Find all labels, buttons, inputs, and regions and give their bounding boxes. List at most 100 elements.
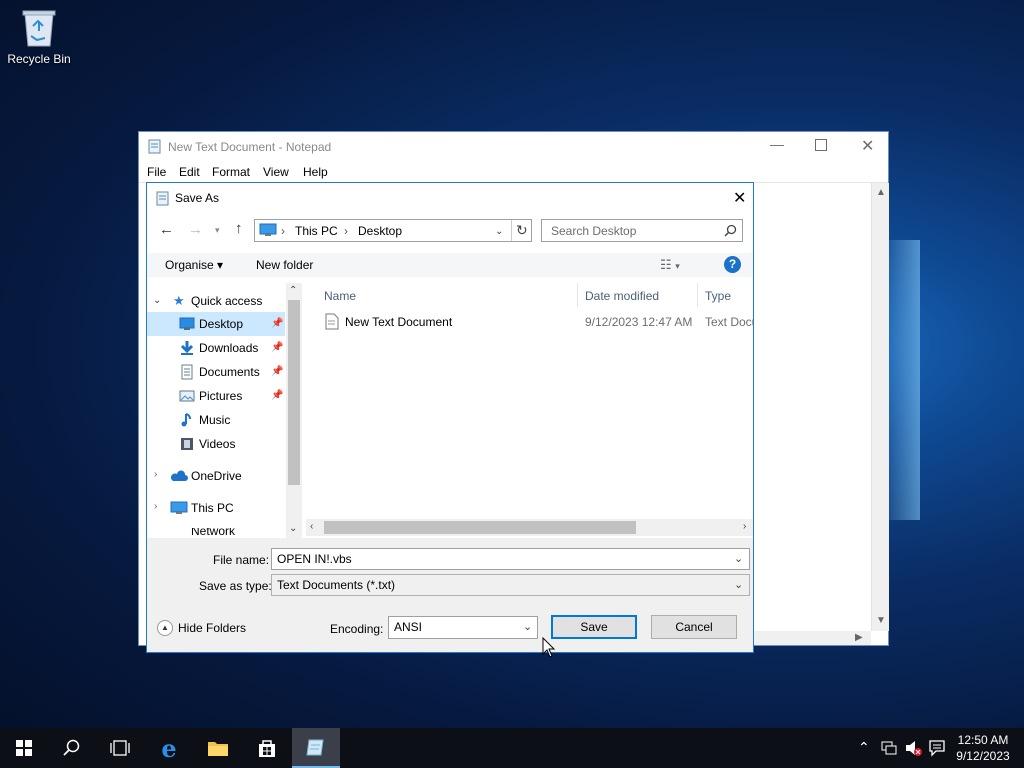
menu-edit[interactable]: Edit [179, 165, 200, 179]
nav-item-documents[interactable]: Documents 📌 [147, 360, 285, 384]
refresh-icon[interactable]: ↻ [516, 221, 528, 239]
scrollbar-thumb[interactable] [324, 521, 636, 534]
notepad-titlebar[interactable]: New Text Document - Notepad — ✕ [139, 132, 888, 160]
nav-item-network[interactable]: Network [147, 528, 285, 538]
save-as-type-label: Save as type: [199, 579, 272, 593]
menu-help[interactable]: Help [303, 165, 328, 179]
videos-icon [181, 438, 193, 450]
clock-date: 9/12/2023 [956, 749, 1010, 763]
search-input[interactable]: Search Desktop [541, 219, 743, 242]
up-arrow-icon[interactable]: ↑ [235, 220, 243, 237]
new-folder-button[interactable]: New folder [256, 258, 313, 272]
volume-muted-icon[interactable] [904, 740, 922, 756]
file-list-horizontal-scrollbar[interactable]: ‹ › [306, 519, 753, 536]
recent-locations-chevron-icon[interactable]: ▾ [215, 225, 220, 236]
encoding-select[interactable]: ANSI ⌄ [388, 616, 538, 639]
minimize-button[interactable]: — [770, 136, 784, 152]
dialog-close-button[interactable]: ✕ [733, 188, 746, 208]
menu-view[interactable]: View [263, 165, 289, 179]
start-button[interactable] [0, 728, 48, 768]
forward-arrow-icon[interactable]: → [188, 221, 203, 238]
text-file-icon [325, 313, 339, 330]
scroll-up-icon[interactable]: ⌃ [289, 285, 297, 296]
downloads-icon [180, 341, 194, 355]
nav-item-pictures[interactable]: Pictures 📌 [147, 384, 285, 408]
scroll-down-icon[interactable]: ▼ [876, 615, 886, 626]
save-button[interactable]: Save [551, 615, 637, 639]
notepad-icon [156, 191, 169, 206]
column-date-modified[interactable]: Date modified [585, 289, 659, 303]
nav-item-onedrive[interactable]: › OneDrive [147, 464, 285, 488]
scroll-down-icon[interactable]: ⌄ [289, 523, 297, 534]
scrollbar-thumb[interactable] [288, 300, 300, 485]
this-pc-icon [259, 223, 277, 236]
pin-icon: 📌 [271, 366, 284, 377]
file-date: 9/12/2023 12:47 AM [585, 315, 693, 329]
store-taskbar-button[interactable] [243, 728, 291, 768]
notepad-vertical-scrollbar[interactable]: ▲ ▼ [871, 183, 889, 631]
close-button[interactable]: ✕ [861, 136, 874, 156]
search-button[interactable] [48, 728, 96, 768]
scroll-up-icon[interactable]: ▲ [876, 187, 886, 198]
address-bar[interactable]: › This PC › Desktop ⌄ ↻ [254, 219, 532, 242]
view-options-icon[interactable]: ☷ ▾ [660, 257, 680, 273]
scroll-right-icon[interactable]: ▶ [855, 632, 863, 643]
scroll-right-icon[interactable]: › [743, 521, 746, 532]
encoding-label: Encoding: [330, 622, 384, 636]
back-arrow-icon[interactable]: ← [159, 221, 174, 238]
notepad-menubar: File Edit Format View Help [139, 160, 888, 183]
network-icon[interactable] [880, 740, 898, 756]
search-icon [724, 224, 737, 237]
breadcrumb-desktop[interactable]: Desktop [358, 222, 402, 240]
navigation-pane: ⌄ ★ Quick access Desktop 📌 Downloads 📌 D… [147, 283, 302, 538]
nav-item-videos[interactable]: Videos [147, 432, 285, 456]
pin-icon: 📌 [271, 390, 284, 401]
file-name-label: File name: [213, 553, 270, 567]
organise-button[interactable]: Organise ▾ [165, 258, 223, 272]
maximize-button[interactable] [815, 139, 827, 151]
nav-item-downloads[interactable]: Downloads 📌 [147, 336, 285, 360]
chevron-down-icon: ⌄ [523, 621, 533, 633]
column-name[interactable]: Name [324, 289, 356, 303]
menu-file[interactable]: File [147, 165, 166, 179]
cancel-button[interactable]: Cancel [651, 615, 737, 639]
dialog-titlebar[interactable]: Save As ✕ [147, 183, 753, 213]
chevron-down-icon: ⌄ [734, 553, 744, 565]
nav-item-music[interactable]: Music [147, 408, 285, 432]
notepad-taskbar-button[interactable] [292, 728, 340, 768]
edge-taskbar-button[interactable]: e [145, 728, 193, 768]
collapse-up-icon: ▲ [157, 620, 173, 636]
recycle-bin-label: Recycle Bin [7, 52, 71, 66]
show-hidden-icons-chevron-icon[interactable]: ⌃ [858, 739, 870, 756]
action-center-icon[interactable] [928, 739, 946, 757]
address-dropdown-icon[interactable]: ⌄ [495, 223, 503, 241]
file-name-input[interactable]: OPEN IN!.vbs ⌄ [271, 548, 750, 570]
column-type[interactable]: Type [705, 289, 731, 303]
file-list: ⌃ Name Date modified Type New Text Docum… [302, 283, 753, 538]
help-icon[interactable]: ? [724, 256, 741, 273]
navigation-scrollbar[interactable]: ⌃ ⌄ [286, 283, 302, 538]
menu-format[interactable]: Format [212, 165, 250, 179]
file-row[interactable]: New Text Document 9/12/2023 12:47 AM Tex… [318, 311, 753, 333]
clock-time: 12:50 AM [957, 733, 1009, 747]
search-icon [63, 739, 80, 756]
file-explorer-taskbar-button[interactable] [194, 728, 242, 768]
clock[interactable]: 12:50 AM 9/12/2023 [950, 732, 1016, 764]
scroll-left-icon[interactable]: ‹ [310, 521, 313, 532]
desktop-icon [179, 317, 195, 330]
notepad-icon [148, 139, 161, 154]
expand-down-chevron-icon: ⌄ [153, 295, 162, 306]
save-as-type-select[interactable]: Text Documents (*.txt) ⌄ [271, 574, 750, 596]
task-view-button[interactable] [96, 728, 144, 768]
nav-item-desktop[interactable]: Desktop 📌 [147, 312, 285, 336]
breadcrumb-separator-icon: › [344, 224, 348, 238]
save-as-dialog[interactable]: Save As ✕ ← → ▾ ↑ › This PC › Desktop ⌄ … [146, 182, 754, 653]
music-icon [181, 413, 191, 427]
file-type: Text Document [705, 315, 753, 329]
expand-right-chevron-icon: › [154, 469, 158, 480]
breadcrumb-this-pc[interactable]: This PC [295, 222, 338, 240]
mouse-cursor-icon [542, 637, 556, 658]
recycle-bin-desktop-icon[interactable]: Recycle Bin [4, 6, 74, 66]
onedrive-icon [170, 470, 188, 481]
nav-item-this-pc[interactable]: › This PC [147, 496, 285, 520]
